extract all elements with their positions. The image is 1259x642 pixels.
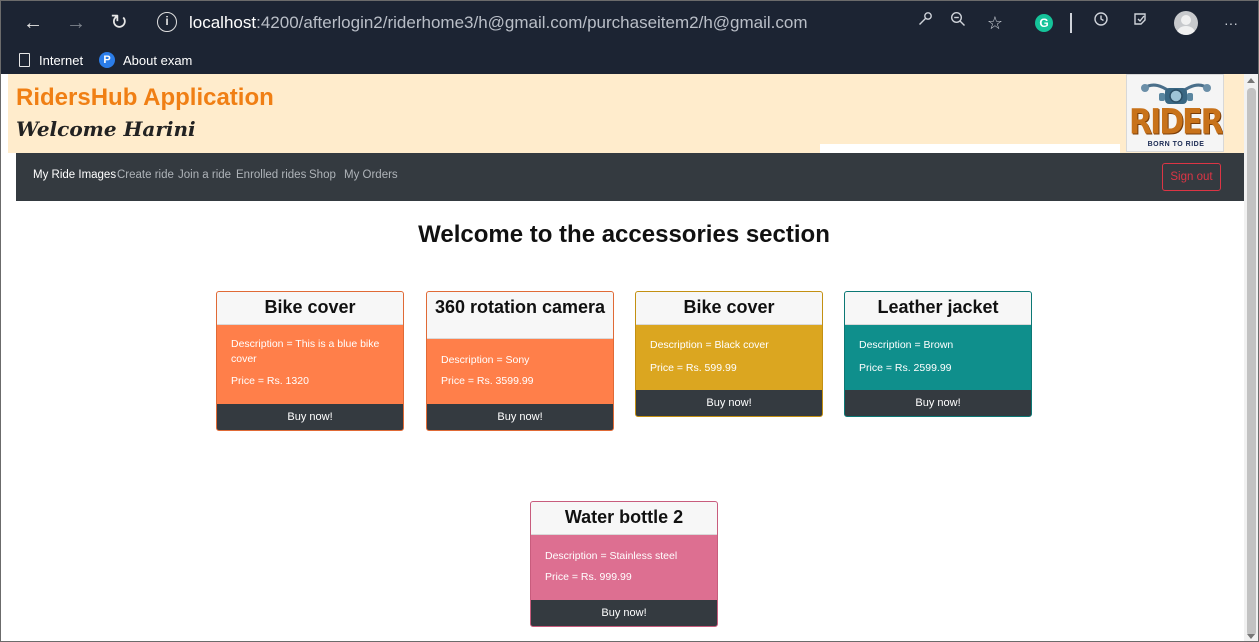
product-price: Price = Rs. 1320: [231, 375, 309, 387]
url-host: localhost: [189, 13, 257, 32]
app-header: RidersHub Application Welcome Harini RID…: [8, 74, 1244, 153]
more-menu-icon[interactable]: ···: [1219, 11, 1243, 35]
product-description: Description = This is a blue bike cover: [231, 338, 380, 365]
key-icon[interactable]: [913, 11, 937, 35]
product-description: Description = Sony: [441, 354, 530, 366]
product-description: Description = Brown: [859, 339, 954, 351]
screenshot-frame: ← → ↻ i localhost:4200/afterlogin2/rider…: [0, 0, 1259, 642]
extensions-icon[interactable]: [1128, 11, 1152, 35]
address-bar[interactable]: i localhost:4200/afterlogin2/riderhome3/…: [151, 8, 881, 40]
zoom-out-icon[interactable]: [946, 11, 970, 35]
browser-chrome: ← → ↻ i localhost:4200/afterlogin2/rider…: [1, 1, 1258, 74]
product-description: Description = Stainless steel: [545, 550, 678, 562]
product-card: Bike cover Description = Black cover Pri…: [635, 291, 823, 417]
p-badge-icon: P: [99, 52, 115, 68]
product-card: 360 rotation camera Description = Sony P…: [426, 291, 614, 431]
product-price: Price = Rs. 2599.99: [859, 362, 952, 374]
ridershub-logo: RIDERS HUB BORN TO RIDE: [1126, 74, 1224, 152]
scrollbar-thumb[interactable]: [1247, 88, 1256, 636]
product-description: Description = Black cover: [650, 339, 769, 351]
favorite-internet[interactable]: Internet: [19, 50, 83, 70]
page-content: RidersHub Application Welcome Harini RID…: [1, 74, 1244, 641]
document-icon: [19, 53, 30, 67]
scroll-down-icon[interactable]: [1247, 634, 1255, 639]
product-name: 360 rotation camera: [427, 292, 613, 339]
product-name: Water bottle 2: [531, 502, 717, 535]
site-info-icon[interactable]: i: [157, 12, 177, 32]
browser-toolbar: ← → ↻ i localhost:4200/afterlogin2/rider…: [1, 1, 1258, 46]
section-title: Welcome to the accessories section: [418, 221, 830, 248]
main-navbar: My Ride Images Create ride Join a ride E…: [16, 153, 1244, 201]
product-card: Leather jacket Description = Brown Price…: [844, 291, 1032, 417]
app-title: RidersHub Application: [16, 84, 274, 111]
product-card: Bike cover Description = This is a blue …: [216, 291, 404, 431]
nav-create-ride[interactable]: Create ride: [117, 169, 174, 181]
back-icon[interactable]: ←: [19, 9, 47, 37]
url-text[interactable]: localhost:4200/afterlogin2/riderhome3/h@…: [189, 13, 808, 33]
favorite-about-exam-label: About exam: [123, 52, 193, 68]
welcome-text: Welcome Harini: [16, 117, 196, 141]
product-price: Price = Rs. 999.99: [545, 571, 632, 583]
forward-icon[interactable]: →: [62, 9, 90, 37]
buy-now-button[interactable]: Buy now!: [427, 404, 613, 430]
nav-my-ride-images[interactable]: My Ride Images: [33, 169, 116, 181]
product-price: Price = Rs. 599.99: [650, 362, 737, 374]
buy-now-button[interactable]: Buy now!: [217, 404, 403, 430]
sign-out-button[interactable]: Sign out: [1162, 163, 1221, 191]
nav-enrolled-rides[interactable]: Enrolled rides: [236, 169, 306, 181]
url-path: :4200/afterlogin2/riderhome3/h@gmail.com…: [256, 13, 808, 32]
nav-join-a-ride[interactable]: Join a ride: [178, 169, 231, 181]
grammarly-icon[interactable]: G: [1035, 14, 1053, 32]
favorite-internet-label: Internet: [39, 52, 84, 68]
nav-my-orders[interactable]: My Orders: [344, 169, 398, 181]
favorites-bar: Internet P About exam: [1, 46, 1258, 74]
page-scrollbar[interactable]: [1244, 74, 1258, 641]
product-price: Price = Rs. 3599.99: [441, 375, 534, 387]
add-favorite-icon[interactable]: ☆: [983, 11, 1007, 35]
logo-tagline: BORN TO RIDE: [1147, 141, 1205, 148]
buy-now-button[interactable]: Buy now!: [531, 600, 717, 626]
product-name: Bike cover: [636, 292, 822, 325]
header-divider: [820, 144, 1120, 153]
scroll-up-icon[interactable]: [1247, 78, 1255, 83]
buy-now-button[interactable]: Buy now!: [845, 390, 1031, 416]
logo-wordmark: RIDERS HUB: [1129, 102, 1223, 143]
nav-shop[interactable]: Shop: [309, 169, 336, 181]
refresh-icon[interactable]: ↻: [105, 9, 133, 37]
favorite-about-exam[interactable]: P About exam: [99, 50, 192, 70]
profile-avatar-icon[interactable]: [1174, 11, 1198, 35]
buy-now-button[interactable]: Buy now!: [636, 390, 822, 416]
product-card: Water bottle 2 Description = Stainless s…: [530, 501, 718, 627]
history-icon[interactable]: [1089, 11, 1113, 35]
toolbar-separator: [1070, 13, 1072, 33]
product-name: Leather jacket: [845, 292, 1031, 325]
product-name: Bike cover: [217, 292, 403, 325]
